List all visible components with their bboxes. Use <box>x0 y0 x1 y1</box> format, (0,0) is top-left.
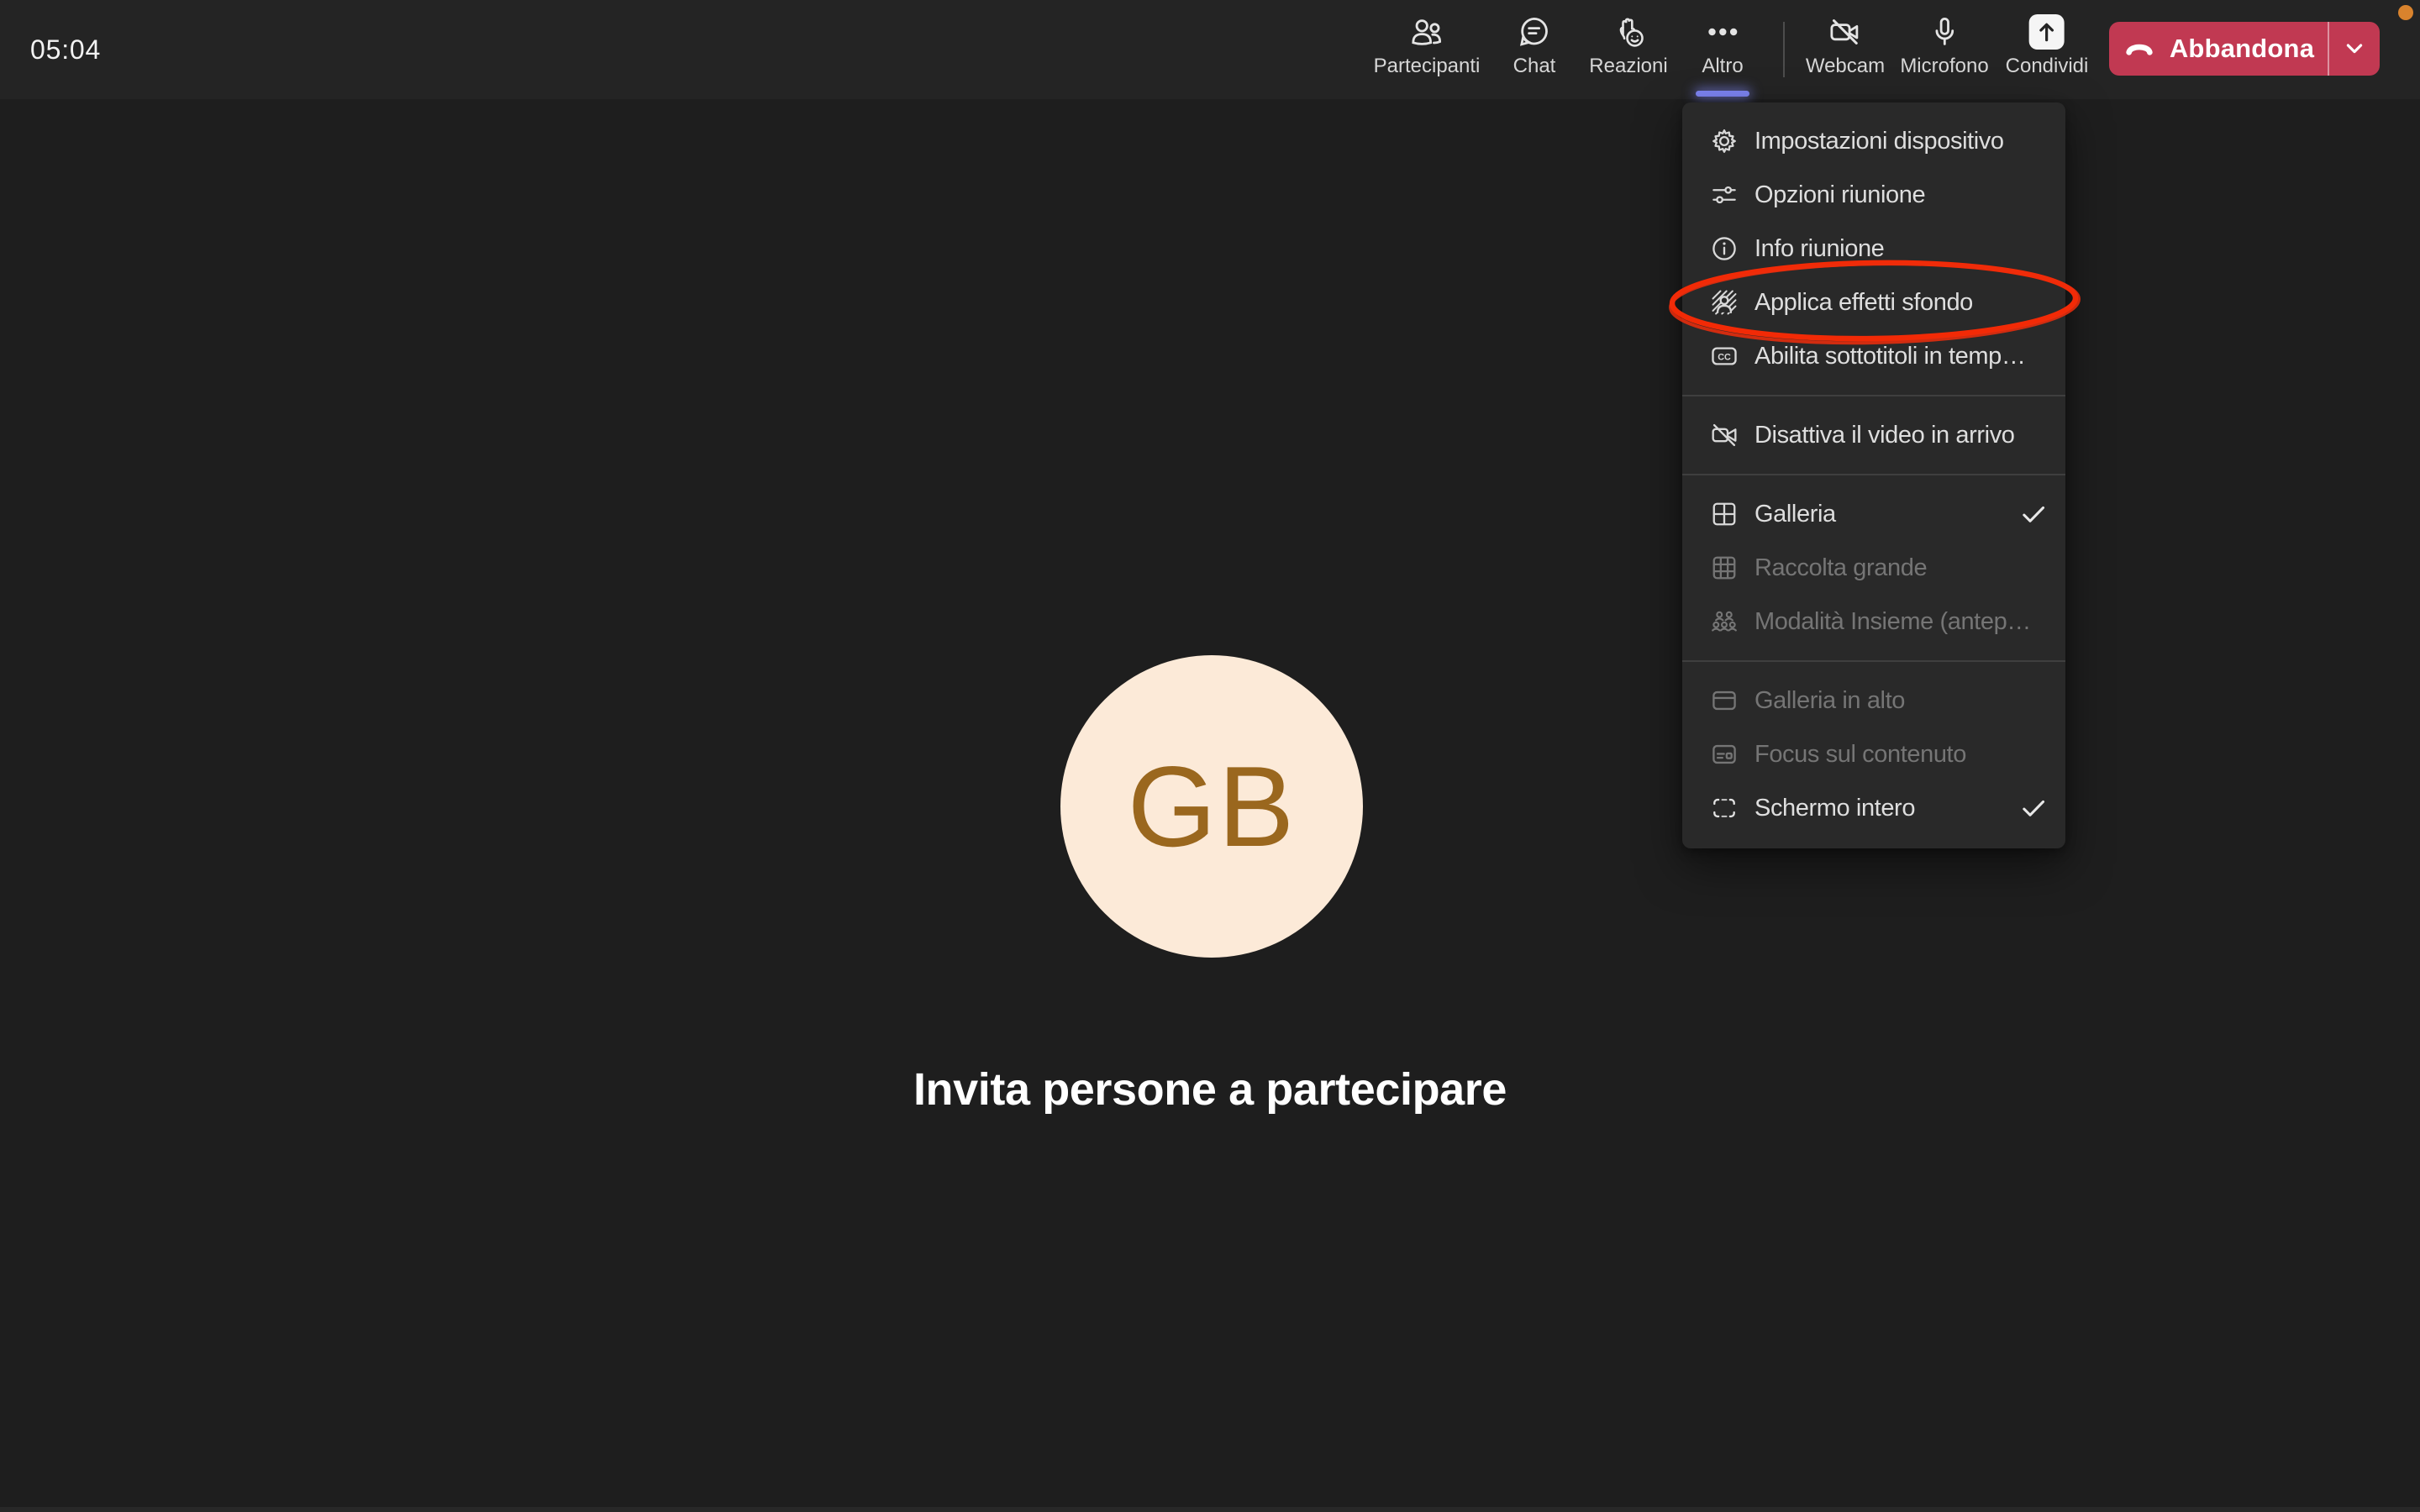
more-dots-icon <box>1704 13 1741 50</box>
leave-options-button[interactable] <box>2329 22 2380 76</box>
menu-item-meeting-info[interactable]: Info riunione <box>1682 222 2065 276</box>
more-options-menu: Impostazioni dispositivo Opzioni riunion… <box>1682 102 2065 848</box>
menu-divider <box>1682 474 2065 475</box>
menu-item-label: Applica effetti sfondo <box>1754 287 2049 318</box>
leave-button[interactable]: Abbandona <box>2109 22 2380 76</box>
video-off-icon <box>1709 420 1739 450</box>
chat-icon <box>1516 13 1553 50</box>
menu-item-gallery[interactable]: Galleria <box>1682 487 2065 541</box>
menu-item-top-gallery: Galleria in alto <box>1682 674 2065 727</box>
menu-item-label: Disattiva il video in arrivo <box>1754 420 2049 450</box>
meeting-timer: 05:04 <box>30 0 101 99</box>
toolbar-button-share[interactable]: Condividi <box>2006 0 2089 99</box>
menu-item-fullscreen[interactable]: Schermo intero <box>1682 781 2065 835</box>
share-screen-icon <box>2028 13 2065 50</box>
toolbar-label: Altro <box>1702 55 1743 77</box>
menu-item-label: Impostazioni dispositivo <box>1754 126 2049 156</box>
together-mode-icon <box>1709 606 1739 637</box>
leave-button-main[interactable]: Abbandona <box>2109 22 2328 76</box>
sliders-icon <box>1709 180 1739 210</box>
menu-item-background-effects[interactable]: Applica effetti sfondo <box>1682 276 2065 329</box>
menu-item-live-captions[interactable]: CC Abilita sottotitoli in temp… <box>1682 329 2065 383</box>
top-gallery-icon <box>1709 685 1739 716</box>
menu-item-label: Abilita sottotitoli in temp… <box>1754 341 2049 371</box>
menu-item-large-gallery: Raccolta grande <box>1682 541 2065 595</box>
reactions-icon <box>1610 13 1647 50</box>
system-status-dot <box>2398 5 2413 20</box>
menu-item-device-settings[interactable]: Impostazioni dispositivo <box>1682 114 2065 168</box>
checkmark-icon <box>2018 499 2049 529</box>
checkmark-icon <box>2018 793 2049 823</box>
menu-item-label: Schermo intero <box>1754 793 2003 823</box>
menu-item-label: Info riunione <box>1754 234 2049 264</box>
info-circle-icon <box>1709 234 1739 264</box>
menu-item-label: Raccolta grande <box>1754 553 2049 583</box>
menu-item-meeting-options[interactable]: Opzioni riunione <box>1682 168 2065 222</box>
menu-divider <box>1682 660 2065 662</box>
menu-item-label: Opzioni riunione <box>1754 180 2049 210</box>
toolbar-button-webcam[interactable]: Webcam <box>1806 0 1885 99</box>
active-tab-underline <box>1696 91 1749 97</box>
toolbar-button-participants[interactable]: Partecipanti <box>1374 0 1481 99</box>
microphone-icon <box>1926 13 1963 50</box>
toolbar-label: Condividi <box>2006 55 2089 77</box>
participant-avatar: GB <box>1060 655 1363 958</box>
grid-3x3-icon <box>1709 553 1739 583</box>
hang-up-icon <box>2123 32 2156 66</box>
toolbar-button-chat[interactable]: Chat <box>1513 0 1556 99</box>
fullscreen-icon <box>1709 793 1739 823</box>
menu-item-label: Focus sul contenuto <box>1754 739 2049 769</box>
menu-item-content-focus: Focus sul contenuto <box>1682 727 2065 781</box>
toolbar-divider <box>1783 22 1785 77</box>
chevron-down-icon <box>2343 37 2366 60</box>
closed-captions-icon: CC <box>1709 341 1739 371</box>
people-icon <box>1408 13 1445 50</box>
invite-people-text: Invita persone a partecipare <box>0 1063 2420 1116</box>
toolbar-button-reactions[interactable]: Reazioni <box>1589 0 1667 99</box>
toolbar-button-more[interactable]: Altro <box>1702 0 1743 99</box>
menu-item-together-mode: Modalità Insieme (antep… <box>1682 595 2065 648</box>
toolbar-label: Microfono <box>1900 55 1988 77</box>
toolbar-label: Reazioni <box>1589 55 1667 77</box>
avatar-initials: GB <box>1128 741 1297 872</box>
menu-item-label: Modalità Insieme (antep… <box>1754 606 2049 637</box>
menu-item-label: Galleria in alto <box>1754 685 2049 716</box>
menu-divider <box>1682 395 2065 396</box>
leave-button-label: Abbandona <box>2170 34 2314 64</box>
background-effects-icon <box>1709 287 1739 318</box>
toolbar-button-microphone[interactable]: Microfono <box>1900 0 1988 99</box>
meeting-top-bar: 05:04 Partecipanti Chat Reazioni <box>0 0 2420 99</box>
toolbar-label: Webcam <box>1806 55 1885 77</box>
grid-2x2-icon <box>1709 499 1739 529</box>
camera-off-icon <box>1827 13 1864 50</box>
svg-text:CC: CC <box>1718 353 1731 363</box>
toolbar-label: Partecipanti <box>1374 55 1481 77</box>
menu-item-label: Galleria <box>1754 499 2003 529</box>
menu-item-turn-off-incoming-video[interactable]: Disattiva il video in arrivo <box>1682 408 2065 462</box>
toolbar-label: Chat <box>1513 55 1556 77</box>
settings-gear-icon <box>1709 126 1739 156</box>
content-focus-icon <box>1709 739 1739 769</box>
bottom-edge-strip <box>0 1507 2420 1512</box>
